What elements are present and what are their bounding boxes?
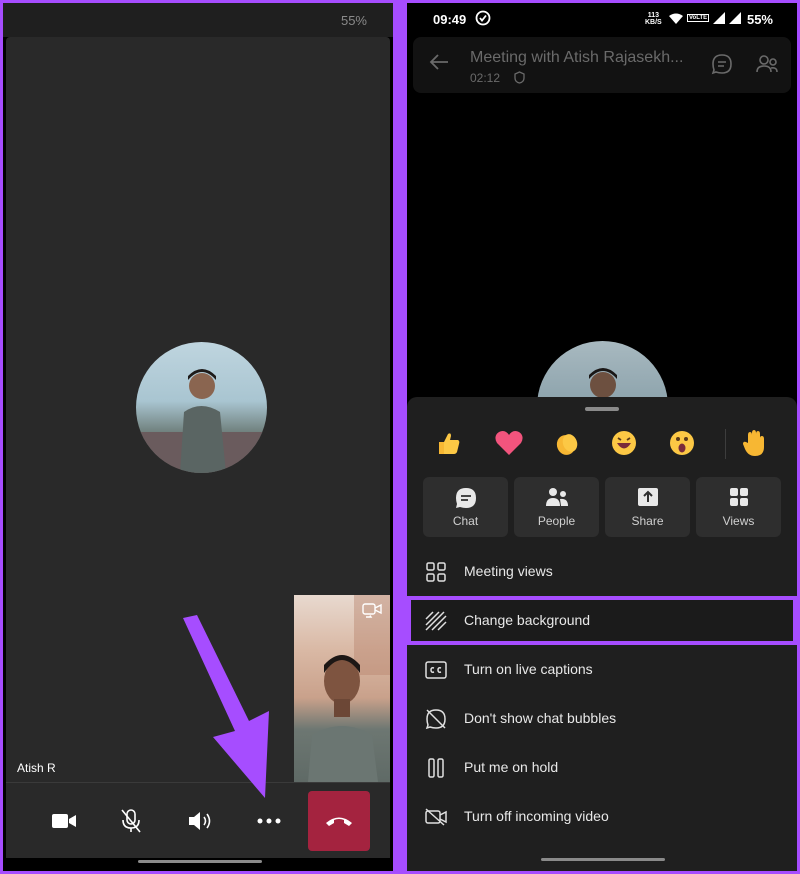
meeting-timer: 02:12 [470, 71, 501, 85]
grid-icon [425, 561, 447, 583]
status-bar: 55% [3, 3, 393, 37]
chat-icon[interactable] [711, 53, 733, 80]
annotation-arrow-icon [183, 615, 269, 798]
share-icon [605, 487, 690, 507]
end-call-button[interactable] [308, 791, 370, 851]
captions-icon [425, 659, 447, 681]
camera-icon [52, 814, 76, 828]
back-arrow-icon[interactable] [429, 53, 449, 76]
reactions-divider [725, 429, 726, 459]
meeting-header: Meeting with Atish Rajasekh... 02:12 [413, 37, 791, 93]
reaction-clap-icon[interactable] [549, 425, 585, 461]
participant-name: Atish R [17, 761, 56, 775]
mic-off-icon [121, 809, 141, 833]
self-view-video [294, 595, 390, 782]
chat-bubble-off-icon [425, 708, 447, 730]
home-indicator [138, 860, 262, 863]
menu-item-live-captions[interactable]: Turn on live captions [407, 645, 797, 694]
shield-icon [514, 71, 525, 89]
reaction-like-icon[interactable] [431, 425, 467, 461]
chat-action-button[interactable]: Chat [423, 477, 508, 537]
reaction-laugh-icon[interactable] [606, 425, 642, 461]
background-icon [425, 610, 447, 632]
wifi-icon [669, 13, 683, 24]
home-indicator [541, 858, 665, 861]
menu-item-change-background[interactable]: Change background [407, 596, 797, 645]
people-action-button[interactable]: People [514, 477, 599, 537]
menu-item-put-on-hold[interactable]: Put me on hold [407, 743, 797, 792]
volte-icon: VoLTE [687, 14, 710, 22]
status-icons: VoLTE [669, 12, 742, 24]
hang-up-icon [326, 817, 352, 826]
speaker-button[interactable] [182, 803, 218, 839]
sync-check-icon [475, 10, 491, 31]
meeting-title: Meeting with Atish Rajasekh... [470, 49, 684, 66]
views-action-button[interactable]: Views [696, 477, 781, 537]
network-speed: 113 KB/S [645, 12, 662, 26]
status-bar: 09:49 113 KB/S VoLTE 55% [407, 3, 797, 37]
reaction-heart-icon[interactable] [491, 425, 527, 461]
clock: 09:49 [433, 12, 467, 27]
menu-item-incoming-video[interactable]: Turn off incoming video [407, 792, 797, 841]
people-icon [514, 487, 599, 507]
speaker-icon [189, 812, 211, 830]
switch-camera-icon[interactable] [362, 601, 382, 624]
menu-item-meeting-views[interactable]: Meeting views [407, 547, 797, 596]
reactions-row [407, 425, 797, 465]
sheet-drag-handle[interactable] [585, 407, 619, 411]
signal-2-icon [729, 12, 742, 24]
views-icon [696, 487, 781, 507]
raise-hand-icon[interactable] [737, 425, 773, 461]
share-action-button[interactable]: Share [605, 477, 690, 537]
people-icon[interactable] [755, 53, 779, 80]
menu-item-chat-bubbles[interactable]: Don't show chat bubbles [407, 694, 797, 743]
camera-button[interactable] [46, 803, 82, 839]
battery-level: 55% [746, 12, 773, 27]
video-off-icon [425, 806, 447, 828]
more-options-sheet: Chat People Share Views Meeting views Ch… [407, 397, 797, 871]
more-icon [257, 818, 281, 824]
quick-actions: Chat People Share Views [423, 477, 781, 537]
battery-level: 55% [340, 13, 367, 28]
right-phone-screen: 09:49 113 KB/S VoLTE 55% Meeting with At… [404, 0, 800, 874]
pause-icon [425, 757, 447, 779]
options-menu: Meeting views Change background Turn on … [407, 547, 797, 841]
reaction-surprised-icon[interactable] [664, 425, 700, 461]
left-phone-screen: 55% Atish R [0, 0, 396, 874]
signal-icon [713, 12, 726, 24]
more-options-button[interactable] [251, 803, 287, 839]
mute-button[interactable] [113, 803, 149, 839]
chat-icon [423, 487, 508, 509]
participant-avatar [136, 342, 267, 473]
